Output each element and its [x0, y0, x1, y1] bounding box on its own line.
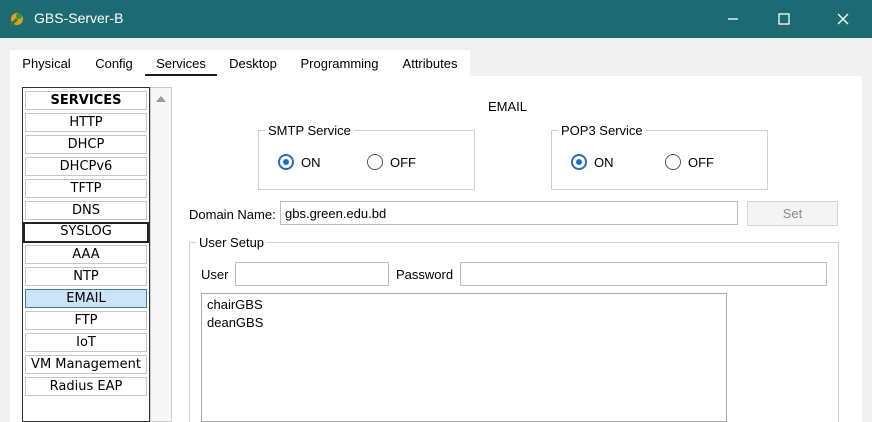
services-header: SERVICES: [25, 91, 147, 110]
list-item[interactable]: deanGBS: [207, 315, 263, 330]
smtp-on-label: ON: [301, 155, 321, 170]
service-http[interactable]: HTTP: [25, 113, 147, 132]
title-bar[interactable]: GBS-Server-B: [0, 0, 872, 38]
user-label: User: [201, 267, 229, 282]
smtp-service-label: SMTP Service: [265, 123, 354, 138]
tab-attributes[interactable]: Attributes: [390, 50, 470, 76]
password-label: Password: [396, 267, 454, 282]
service-email[interactable]: EMAIL: [25, 289, 147, 308]
pop3-off-radio[interactable]: [665, 154, 681, 170]
password-input[interactable]: [460, 262, 827, 286]
service-dhcp[interactable]: DHCP: [25, 135, 147, 154]
tab-desktop[interactable]: Desktop: [217, 50, 289, 76]
maximize-icon: [778, 13, 790, 25]
user-setup-label: User Setup: [196, 235, 268, 250]
window-title: GBS-Server-B: [34, 10, 124, 26]
tab-services[interactable]: Services: [145, 50, 217, 76]
pop3-off-label: OFF: [688, 155, 714, 170]
tab-programming[interactable]: Programming: [289, 50, 390, 76]
service-syslog[interactable]: SYSLOG: [23, 222, 149, 243]
pop3-on-label: ON: [594, 155, 614, 170]
minimize-icon: [728, 18, 738, 20]
service-vm-management[interactable]: VM Management: [25, 355, 147, 374]
maximize-button[interactable]: [759, 0, 809, 38]
scroll-up-icon: [156, 96, 166, 102]
service-dns[interactable]: DNS: [25, 201, 147, 220]
pop3-on-radio[interactable]: [571, 154, 587, 170]
tab-config[interactable]: Config: [83, 50, 145, 76]
service-dhcpv6[interactable]: DHCPv6: [25, 157, 147, 176]
service-ftp[interactable]: FTP: [25, 311, 147, 330]
smtp-off-radio[interactable]: [367, 154, 383, 170]
service-iot[interactable]: IoT: [25, 333, 147, 352]
service-tftp[interactable]: TFTP: [25, 179, 147, 198]
domain-name-label: Domain Name:: [189, 207, 276, 222]
smtp-off-label: OFF: [390, 155, 416, 170]
pop3-service-label: POP3 Service: [558, 123, 646, 138]
tab-physical[interactable]: Physical: [10, 50, 83, 76]
user-list[interactable]: chairGBS deanGBS: [201, 293, 727, 422]
smtp-on-radio[interactable]: [278, 154, 294, 170]
service-ntp[interactable]: NTP: [25, 267, 147, 286]
service-radius-eap[interactable]: Radius EAP: [25, 377, 147, 396]
close-icon: [837, 13, 849, 25]
service-aaa[interactable]: AAA: [25, 245, 147, 264]
tab-bar: Physical Config Services Desktop Program…: [10, 50, 870, 76]
services-scrollbar[interactable]: [150, 87, 172, 422]
close-button[interactable]: [818, 0, 868, 38]
list-item[interactable]: chairGBS: [207, 297, 263, 312]
user-input[interactable]: [235, 262, 389, 286]
email-heading: EMAIL: [488, 99, 528, 114]
minimize-button[interactable]: [708, 0, 758, 38]
set-button[interactable]: Set: [747, 201, 838, 226]
domain-name-input[interactable]: gbs.green.edu.bd: [280, 201, 738, 225]
app-icon: [8, 10, 26, 28]
